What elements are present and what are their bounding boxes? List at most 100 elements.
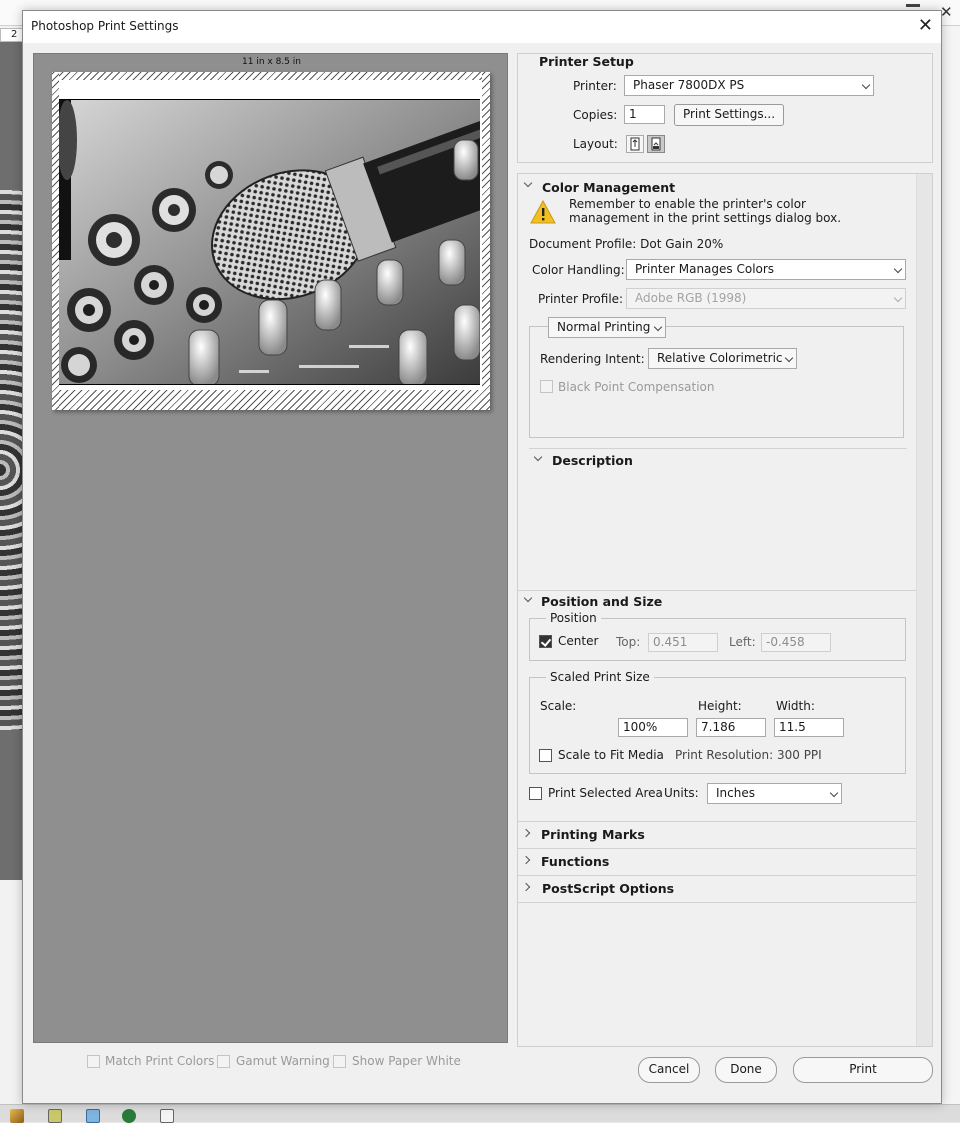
scale-label: Scale: bbox=[540, 699, 577, 713]
height-input[interactable]: 7.186 bbox=[696, 718, 766, 737]
taskbar bbox=[0, 1104, 960, 1123]
color-handling-value: Printer Manages Colors bbox=[635, 262, 775, 276]
gamut-warning-label: Gamut Warning bbox=[236, 1054, 330, 1068]
print-selected-area-label: Print Selected Area bbox=[548, 786, 663, 800]
rendering-intent-value: Relative Colorimetric bbox=[657, 351, 783, 365]
window-app-icon[interactable] bbox=[86, 1109, 100, 1123]
divider bbox=[518, 902, 916, 903]
copies-input[interactable]: 1 bbox=[624, 105, 665, 124]
top-input[interactable]: 0.451 bbox=[648, 633, 718, 652]
position-group-label: Position bbox=[546, 611, 601, 625]
printer-setup-heading: Printer Setup bbox=[539, 54, 634, 69]
print-settings-dialog: Photoshop Print Settings ✕ 11 in x 8.5 i… bbox=[22, 10, 942, 1104]
expand-printing-marks-icon[interactable] bbox=[521, 828, 531, 838]
print-button[interactable]: Print bbox=[793, 1057, 933, 1083]
divider bbox=[518, 875, 916, 876]
print-settings-button[interactable]: Print Settings... bbox=[674, 104, 784, 126]
printer-profile-value: Adobe RGB (1998) bbox=[635, 291, 747, 305]
layout-label: Layout: bbox=[573, 137, 618, 151]
show-paper-white-label: Show Paper White bbox=[352, 1054, 461, 1068]
units-value: Inches bbox=[716, 786, 755, 800]
warning-icon bbox=[530, 199, 556, 224]
print-mode-value: Normal Printing bbox=[557, 320, 651, 334]
close-icon[interactable]: ✕ bbox=[918, 15, 933, 36]
printer-select[interactable]: Phaser 7800DX PS bbox=[624, 75, 874, 96]
show-paper-white-checkbox[interactable] bbox=[333, 1055, 346, 1068]
done-button[interactable]: Done bbox=[715, 1057, 777, 1083]
gamut-warning-checkbox[interactable] bbox=[217, 1055, 230, 1068]
landscape-layout-icon[interactable] bbox=[647, 135, 665, 153]
width-label: Width: bbox=[776, 699, 815, 713]
match-print-colors-checkbox[interactable] bbox=[87, 1055, 100, 1068]
postscript-options-heading[interactable]: PostScript Options bbox=[542, 881, 674, 896]
match-print-colors-label: Match Print Colors bbox=[105, 1054, 215, 1068]
color-management-heading: Color Management bbox=[542, 180, 676, 195]
chevron-down-icon bbox=[861, 80, 871, 90]
print-resolution: Print Resolution: 300 PPI bbox=[675, 748, 822, 762]
ruler-mark: 2 bbox=[11, 29, 18, 40]
scale-to-fit-label: Scale to Fit Media bbox=[558, 748, 664, 762]
canvas-background-lower bbox=[0, 730, 22, 880]
rendering-intent-select[interactable]: Relative Colorimetric bbox=[648, 348, 797, 369]
dialog-titlebar: Photoshop Print Settings ✕ bbox=[23, 11, 941, 43]
expand-postscript-icon[interactable] bbox=[521, 882, 531, 892]
copies-value: 1 bbox=[629, 107, 637, 121]
portrait-layout-icon[interactable] bbox=[626, 135, 644, 153]
pencil-tool-icon[interactable] bbox=[10, 1109, 24, 1123]
margin-hatch-top bbox=[52, 72, 490, 80]
divider bbox=[529, 448, 907, 449]
scale-input[interactable]: 100% bbox=[618, 718, 688, 737]
printer-label: Printer: bbox=[573, 79, 617, 93]
expand-functions-icon[interactable] bbox=[521, 855, 531, 865]
left-label: Left: bbox=[729, 635, 756, 649]
warning-text-line2: management in the print settings dialog … bbox=[569, 211, 842, 225]
print-selected-area-checkbox[interactable] bbox=[529, 787, 542, 800]
print-preview: 11 in x 8.5 in bbox=[33, 53, 508, 1043]
cancel-button[interactable]: Cancel bbox=[638, 1057, 700, 1083]
height-value: 7.186 bbox=[701, 720, 736, 734]
width-value: 11.5 bbox=[779, 720, 806, 734]
dialog-title: Photoshop Print Settings bbox=[31, 19, 179, 33]
chevron-down-icon bbox=[893, 264, 903, 274]
black-point-label: Black Point Compensation bbox=[558, 380, 715, 394]
printer-profile-select[interactable]: Adobe RGB (1998) bbox=[626, 288, 906, 309]
width-input[interactable]: 11.5 bbox=[774, 718, 844, 737]
paper-size-label: 11 in x 8.5 in bbox=[242, 57, 301, 67]
canvas-background bbox=[0, 42, 22, 190]
center-label: Center bbox=[558, 634, 599, 648]
units-select[interactable]: Inches bbox=[707, 783, 842, 804]
divider bbox=[518, 590, 916, 591]
divider bbox=[518, 848, 916, 849]
printer-profile-label: Printer Profile: bbox=[538, 292, 624, 306]
margin-hatch-right bbox=[482, 72, 490, 410]
top-label: Top: bbox=[616, 635, 641, 649]
left-value: -0.458 bbox=[766, 635, 805, 649]
printing-marks-heading[interactable]: Printing Marks bbox=[541, 827, 645, 842]
calculator-icon[interactable] bbox=[160, 1109, 174, 1123]
printer-select-value: Phaser 7800DX PS bbox=[633, 78, 745, 92]
collapse-description-icon[interactable] bbox=[533, 452, 543, 462]
margin-hatch-bottom bbox=[52, 390, 490, 410]
copies-label: Copies: bbox=[573, 108, 618, 122]
color-handling-select[interactable]: Printer Manages Colors bbox=[626, 259, 906, 280]
chevron-down-icon bbox=[893, 293, 903, 303]
scale-value: 100% bbox=[623, 720, 658, 734]
top-value: 0.451 bbox=[653, 635, 688, 649]
collapse-position-size-icon[interactable] bbox=[523, 593, 533, 603]
document-profile: Document Profile: Dot Gain 20% bbox=[529, 237, 724, 251]
preview-photo-microphone bbox=[59, 99, 480, 385]
warning-text-line1: Remember to enable the printer's color bbox=[569, 197, 806, 211]
print-mode-select[interactable]: Normal Printing bbox=[548, 317, 666, 338]
collapse-color-management-icon[interactable] bbox=[523, 178, 533, 188]
center-checkbox[interactable] bbox=[539, 635, 552, 648]
left-input[interactable]: -0.458 bbox=[761, 633, 831, 652]
scale-to-fit-checkbox[interactable] bbox=[539, 749, 552, 762]
scrollbar[interactable] bbox=[916, 174, 932, 1046]
margin-hatch-left bbox=[52, 72, 59, 410]
functions-heading[interactable]: Functions bbox=[541, 854, 609, 869]
black-point-checkbox[interactable] bbox=[540, 380, 553, 393]
paper-preview[interactable] bbox=[52, 72, 490, 410]
printer-setup-panel: Printer Setup Printer: Phaser 7800DX PS … bbox=[517, 53, 933, 163]
notepad-icon[interactable] bbox=[48, 1109, 62, 1123]
globe-app-icon[interactable] bbox=[122, 1109, 136, 1123]
